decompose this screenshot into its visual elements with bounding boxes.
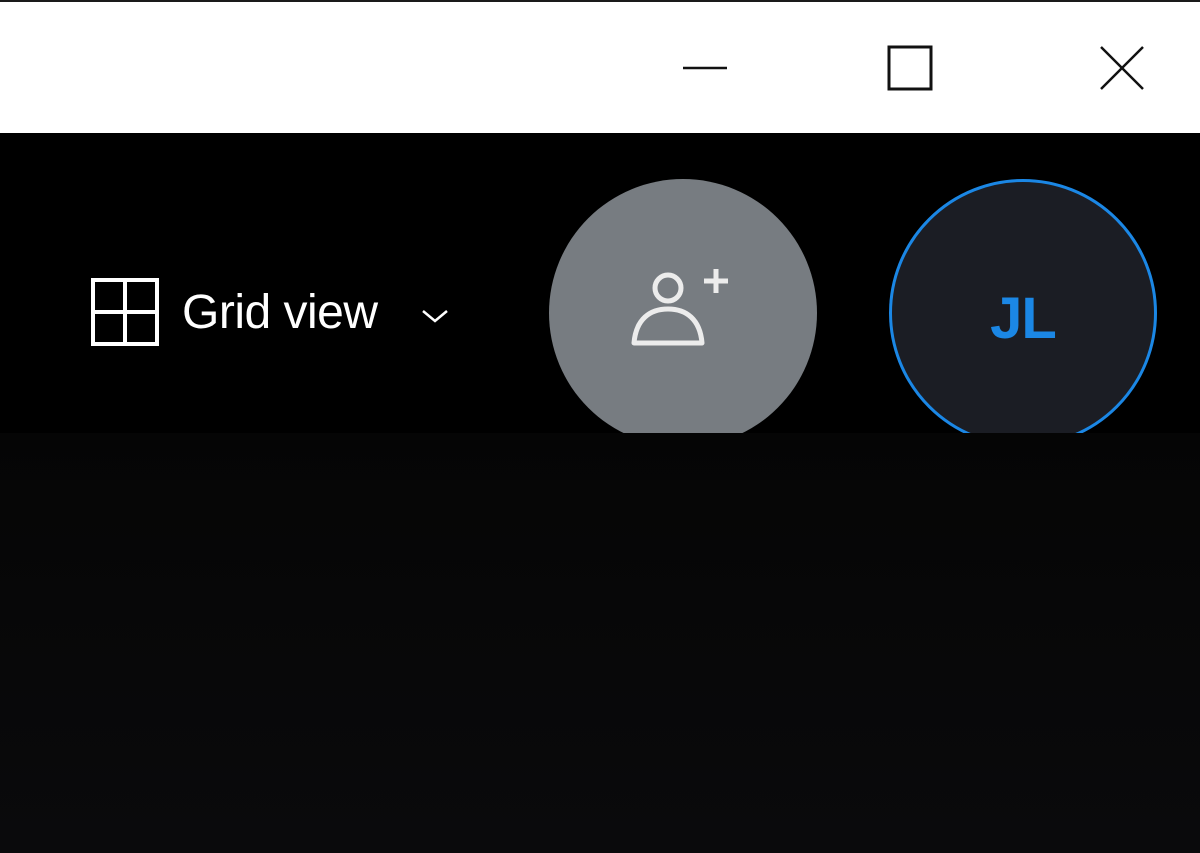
- meeting-toolbar: Grid view JL: [0, 133, 1200, 447]
- add-person-icon: [631, 269, 728, 346]
- avatar-initials: JL: [990, 285, 1057, 351]
- view-selector-label: Grid view: [182, 285, 378, 339]
- view-selector-button[interactable]: Grid view: [90, 275, 490, 349]
- minimize-icon: [683, 66, 727, 69]
- add-participant-button[interactable]: [549, 179, 817, 447]
- maximize-icon: [887, 45, 933, 90]
- title-bar: [0, 0, 1200, 133]
- user-avatar[interactable]: JL: [889, 179, 1157, 447]
- maximize-button[interactable]: [850, 2, 970, 133]
- chevron-down-icon: [421, 310, 448, 323]
- minimize-button[interactable]: [645, 2, 765, 133]
- app-window: Grid view JL: [0, 0, 1200, 853]
- close-button[interactable]: [1062, 2, 1182, 133]
- meeting-stage: [0, 433, 1200, 853]
- grid-icon: [91, 278, 159, 346]
- close-icon: [1100, 45, 1144, 90]
